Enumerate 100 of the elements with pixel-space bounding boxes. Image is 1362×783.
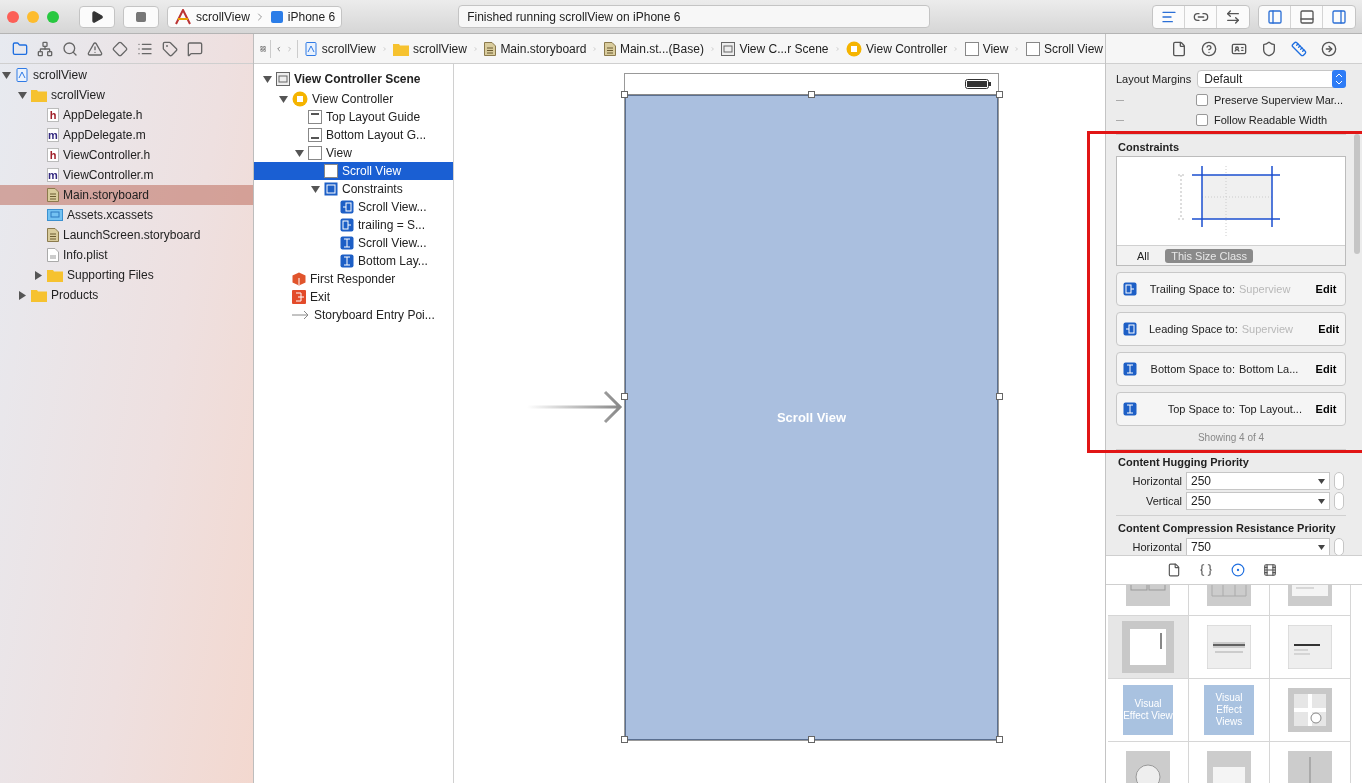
plist-file-icon (47, 248, 59, 262)
scheme-selector[interactable]: scrollView iPhone 6 (167, 5, 343, 28)
tree-item[interactable]: Info.plist (0, 245, 253, 265)
ruler-icon[interactable] (1291, 40, 1307, 57)
braces-icon[interactable] (1198, 563, 1213, 577)
tree-item[interactable]: Scroll View (254, 162, 453, 180)
breadcrumb-item[interactable]: Main.st...(Base) (601, 41, 706, 56)
priority-combo[interactable]: 250 (1186, 472, 1330, 490)
breadcrumb-item[interactable]: View C...r Scene (719, 41, 831, 56)
priority-combo[interactable]: 750 (1186, 538, 1330, 555)
file-icon[interactable] (1166, 563, 1181, 577)
arrow-circle-icon[interactable] (1321, 40, 1337, 57)
tree-item[interactable]: View (254, 144, 453, 162)
edit-button[interactable]: Edit (1313, 323, 1344, 335)
tree-item[interactable]: Storyboard Entry Poi... (254, 306, 453, 324)
tree-item[interactable]: m AppDelegate.m (0, 125, 253, 145)
file-icon[interactable] (1171, 40, 1187, 57)
tree-item[interactable]: h ViewController.h (0, 145, 253, 165)
tree-item[interactable]: Scroll View... (254, 234, 453, 252)
breadcrumb-item[interactable]: View (962, 41, 1011, 56)
tree-item[interactable]: Products (0, 285, 253, 305)
breadcrumb-item[interactable]: View Controller (844, 40, 950, 57)
folder-icon (393, 41, 410, 56)
tree-item[interactable]: LaunchScreen.storyboard (0, 225, 253, 245)
tree-item[interactable]: First Responder (254, 270, 453, 288)
panel-toggle-control[interactable] (1258, 4, 1356, 29)
scene-icon (276, 72, 290, 86)
tree-item[interactable]: View Controller Scene (254, 68, 453, 90)
shield-icon[interactable] (1261, 40, 1277, 57)
tree-item[interactable]: Exit (254, 288, 453, 306)
tree-item[interactable]: scrollView (0, 65, 253, 85)
layout-guide-icon (308, 110, 322, 124)
scope-tab[interactable]: All (1131, 248, 1156, 263)
scheme-name: scrollView (196, 9, 250, 24)
constraint-icon (1123, 362, 1137, 376)
checkbox[interactable] (1196, 94, 1208, 106)
tree-item[interactable]: Assets.xcassets (0, 205, 253, 225)
tree-item[interactable]: m ViewController.m (0, 165, 253, 185)
film-icon[interactable] (1262, 563, 1277, 577)
arrow-icon (292, 310, 310, 320)
tree-item[interactable]: Bottom Layout G... (254, 126, 453, 144)
resize-handle[interactable] (621, 736, 628, 743)
resize-handle[interactable] (808, 91, 815, 98)
close-button[interactable] (7, 10, 19, 23)
tree-item[interactable]: trailing = S... (254, 216, 453, 234)
library-tile[interactable] (1270, 616, 1351, 679)
resize-handle[interactable] (996, 393, 1003, 400)
checkbox[interactable] (1196, 114, 1208, 126)
tree-item[interactable]: Supporting Files (0, 265, 253, 285)
field-label: Horizontal (1131, 541, 1182, 553)
stop-icon (135, 10, 147, 23)
warning-icon[interactable] (87, 40, 103, 57)
chat-icon[interactable] (187, 40, 203, 57)
constraint-icon (1123, 402, 1137, 416)
tree-item[interactable]: Constraints (254, 180, 453, 198)
tree-item[interactable]: Bottom Lay... (254, 252, 453, 270)
tree-item[interactable]: scrollView (0, 85, 253, 105)
tag-icon[interactable] (162, 40, 178, 57)
library-tile[interactable] (1108, 616, 1189, 679)
edit-button[interactable]: Edit (1311, 363, 1341, 375)
run-button[interactable] (79, 5, 115, 28)
constraints-icon (324, 182, 338, 196)
priority-combo[interactable]: 250 (1186, 492, 1330, 510)
editor-mode-control[interactable] (1152, 4, 1250, 29)
library-tile[interactable] (1270, 679, 1351, 742)
layout-margins-select[interactable]: Default (1197, 70, 1346, 88)
help-icon[interactable] (1201, 40, 1217, 57)
field-label: Layout Margins (1116, 73, 1192, 85)
breadcrumb-item[interactable]: Scroll View (1023, 41, 1105, 56)
checkbox-label: Follow Readable Width (1214, 114, 1328, 126)
edit-button[interactable]: Edit (1311, 403, 1341, 415)
circle-dot-icon[interactable] (1230, 563, 1245, 577)
diamond-icon[interactable] (112, 40, 128, 57)
resize-handle[interactable] (996, 736, 1003, 743)
constraint-icon (340, 200, 354, 214)
hierarchy-icon[interactable] (37, 40, 53, 57)
folder-icon (47, 268, 63, 282)
breadcrumb-item[interactable]: scrollView (391, 41, 469, 56)
folder-icon[interactable] (12, 40, 28, 57)
tree-item[interactable]: Top Layout Guide (254, 108, 453, 126)
resize-handle[interactable] (621, 393, 628, 400)
table-view-icon[interactable] (1288, 625, 1332, 669)
resize-handle[interactable] (996, 91, 1003, 98)
stop-button[interactable] (123, 5, 159, 28)
edit-button[interactable]: Edit (1311, 283, 1341, 295)
breadcrumb-item[interactable]: Main.storyboard (482, 41, 589, 56)
section-title: Constraints (1118, 141, 1181, 153)
constraint-icon (340, 218, 354, 232)
exit-icon (292, 290, 306, 304)
date-picker-icon[interactable] (1207, 625, 1251, 669)
tree-item[interactable]: View Controller (254, 90, 453, 108)
search-icon[interactable] (62, 40, 78, 57)
tree-item[interactable]: Scroll View... (254, 198, 453, 216)
resize-handle[interactable] (621, 91, 628, 98)
tree-item[interactable]: Main.storyboard (0, 185, 253, 205)
breadcrumb-item[interactable]: scrollView (301, 41, 378, 56)
resize-handle[interactable] (808, 736, 815, 743)
library-tile[interactable] (1189, 616, 1270, 679)
scrollbar-thumb[interactable] (1354, 134, 1360, 254)
tree-item[interactable]: h AppDelegate.h (0, 105, 253, 125)
